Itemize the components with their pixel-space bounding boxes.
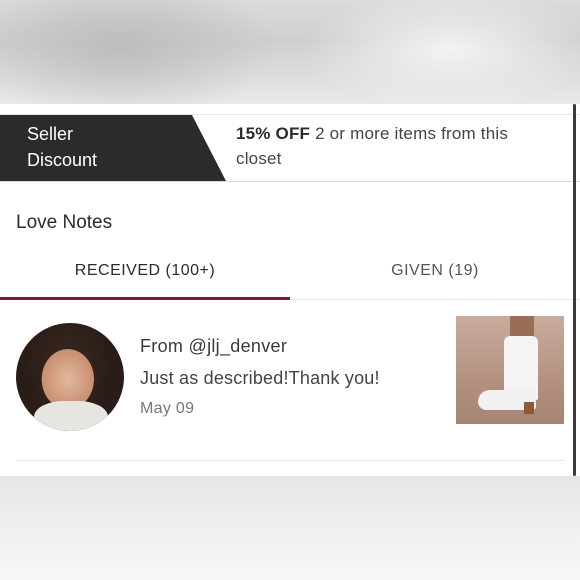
blurred-background-top — [0, 0, 580, 104]
tab-given[interactable]: GIVEN (19) — [290, 254, 580, 300]
closet-card: Seller Discount 15% OFF 2 or more items … — [0, 104, 580, 476]
discount-offer-percent: 15% OFF — [236, 124, 311, 143]
blurred-background-bottom — [0, 476, 580, 580]
love-notes-tabs: RECEIVED (100+) GIVEN (19) — [0, 254, 580, 300]
seller-discount-label-line1: Seller — [27, 124, 74, 144]
scrollbar[interactable] — [573, 104, 576, 476]
listing-thumbnail[interactable] — [456, 316, 564, 424]
love-notes-title: Love Notes — [16, 212, 113, 233]
seller-discount-banner: Seller Discount 15% OFF 2 or more items … — [0, 114, 580, 182]
tab-received[interactable]: RECEIVED (100+) — [0, 254, 290, 300]
note-author[interactable]: From @jlj_denver — [140, 336, 287, 357]
seller-discount-label: Seller Discount — [27, 121, 177, 173]
discount-offer-text: 15% OFF 2 or more items from this closet — [236, 121, 556, 171]
seller-discount-label-line2: Discount — [27, 150, 98, 170]
user-avatar[interactable] — [16, 323, 124, 431]
love-note-item[interactable]: From @jlj_denver Just as described!Thank… — [0, 316, 580, 461]
divider — [16, 460, 564, 461]
note-date: May 09 — [140, 400, 195, 417]
note-message: Just as described!Thank you! — [140, 368, 380, 388]
